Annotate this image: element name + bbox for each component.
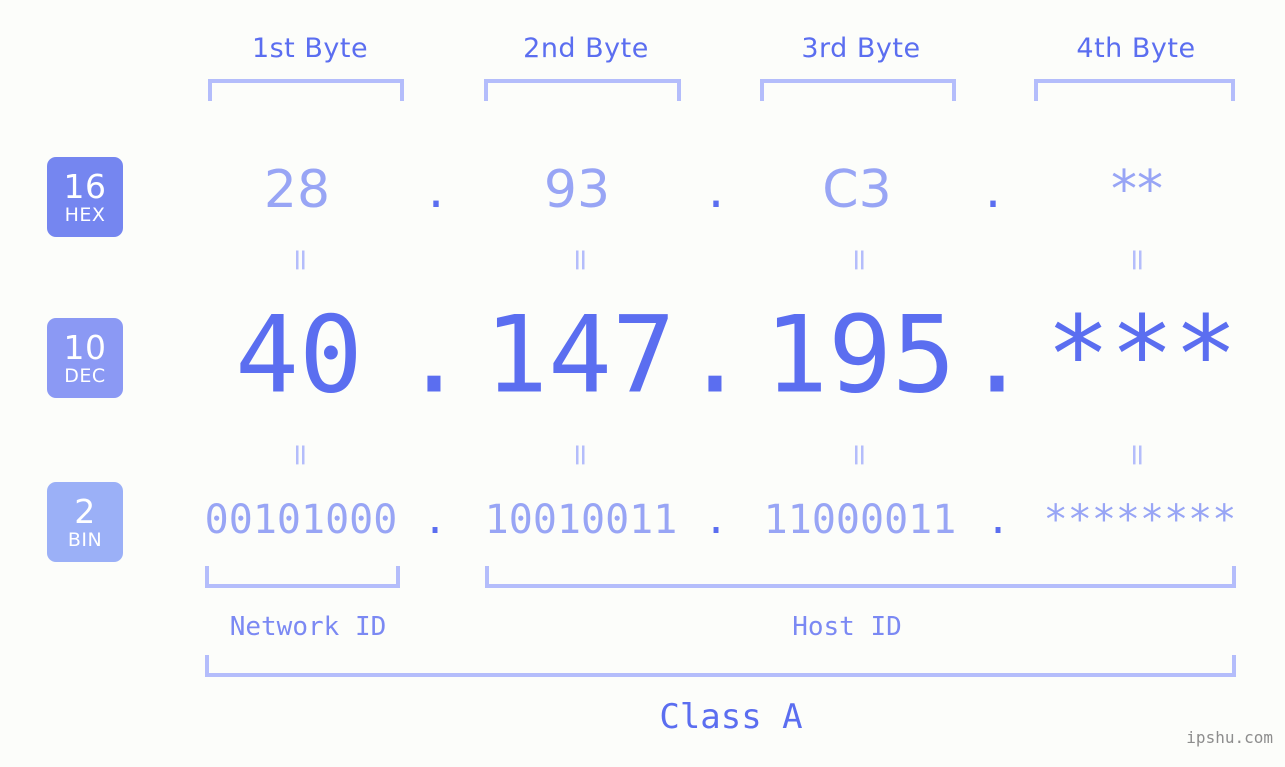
hex-byte-1: 28	[263, 160, 331, 220]
hex-separator-2: .	[707, 160, 725, 220]
dec-byte-3: 195	[764, 293, 956, 417]
equals-sign-2-1: =	[283, 442, 318, 468]
hex-separator-1: .	[427, 160, 445, 220]
base-badge-hex-name: HEX	[64, 203, 106, 226]
site-watermark: ipshu.com	[1186, 728, 1273, 747]
bin-byte-1: 00101000	[204, 497, 398, 543]
equals-sign-2-2: =	[563, 442, 598, 468]
base-badge-dec: 10 DEC	[47, 318, 123, 398]
dec-separator-2: .	[683, 293, 747, 417]
hex-byte-2: 93	[543, 160, 611, 220]
bin-byte-2: 10010011	[484, 497, 678, 543]
base-badge-dec-name: DEC	[64, 364, 106, 387]
base-badge-hex: 16 HEX	[47, 157, 123, 237]
equals-sign-2-3: =	[842, 442, 877, 468]
dec-byte-4: ***	[1046, 293, 1238, 417]
dec-byte-1: 40	[235, 293, 363, 417]
bin-byte-3: 11000011	[763, 497, 957, 543]
byte-header-3: 3rd Byte	[801, 33, 921, 64]
base-badge-bin: 2 BIN	[47, 482, 123, 562]
base-badge-bin-name: BIN	[67, 528, 103, 551]
base-badge-hex-number: 16	[63, 166, 107, 206]
byte-bracket-2	[484, 79, 681, 101]
host-id-bracket	[485, 566, 1236, 588]
network-id-label: Network ID	[229, 612, 387, 642]
byte-header-1: 1st Byte	[251, 33, 369, 64]
bin-byte-4: ********	[1043, 497, 1237, 543]
network-id-bracket	[205, 566, 400, 588]
base-badge-dec-number: 10	[63, 327, 107, 367]
base-badge-bin-number: 2	[74, 491, 96, 531]
dec-separator-3: .	[965, 293, 1029, 417]
equals-sign-1-3: =	[842, 247, 877, 273]
ip-byte-diagram: 1st Byte 2nd Byte 3rd Byte 4th Byte 16 H…	[0, 0, 1285, 767]
hex-byte-4: **	[1111, 160, 1163, 220]
bin-separator-1: .	[422, 497, 448, 543]
hex-byte-3: C3	[822, 160, 892, 220]
byte-header-2: 2nd Byte	[523, 33, 649, 64]
class-label: Class A	[659, 697, 803, 737]
dec-separator-1: .	[402, 293, 466, 417]
hex-separator-3: .	[984, 160, 1002, 220]
byte-bracket-4	[1034, 79, 1235, 101]
byte-header-4: 4th Byte	[1076, 33, 1196, 64]
equals-sign-2-4: =	[1120, 442, 1155, 468]
bin-separator-2: .	[703, 497, 729, 543]
equals-sign-1-4: =	[1120, 247, 1155, 273]
host-id-label: Host ID	[792, 612, 902, 642]
equals-sign-1-2: =	[563, 247, 598, 273]
dec-byte-2: 147	[484, 293, 676, 417]
byte-bracket-3	[760, 79, 956, 101]
class-bracket	[205, 655, 1236, 677]
byte-bracket-1	[208, 79, 404, 101]
equals-sign-1-1: =	[283, 247, 318, 273]
bin-separator-3: .	[985, 497, 1011, 543]
